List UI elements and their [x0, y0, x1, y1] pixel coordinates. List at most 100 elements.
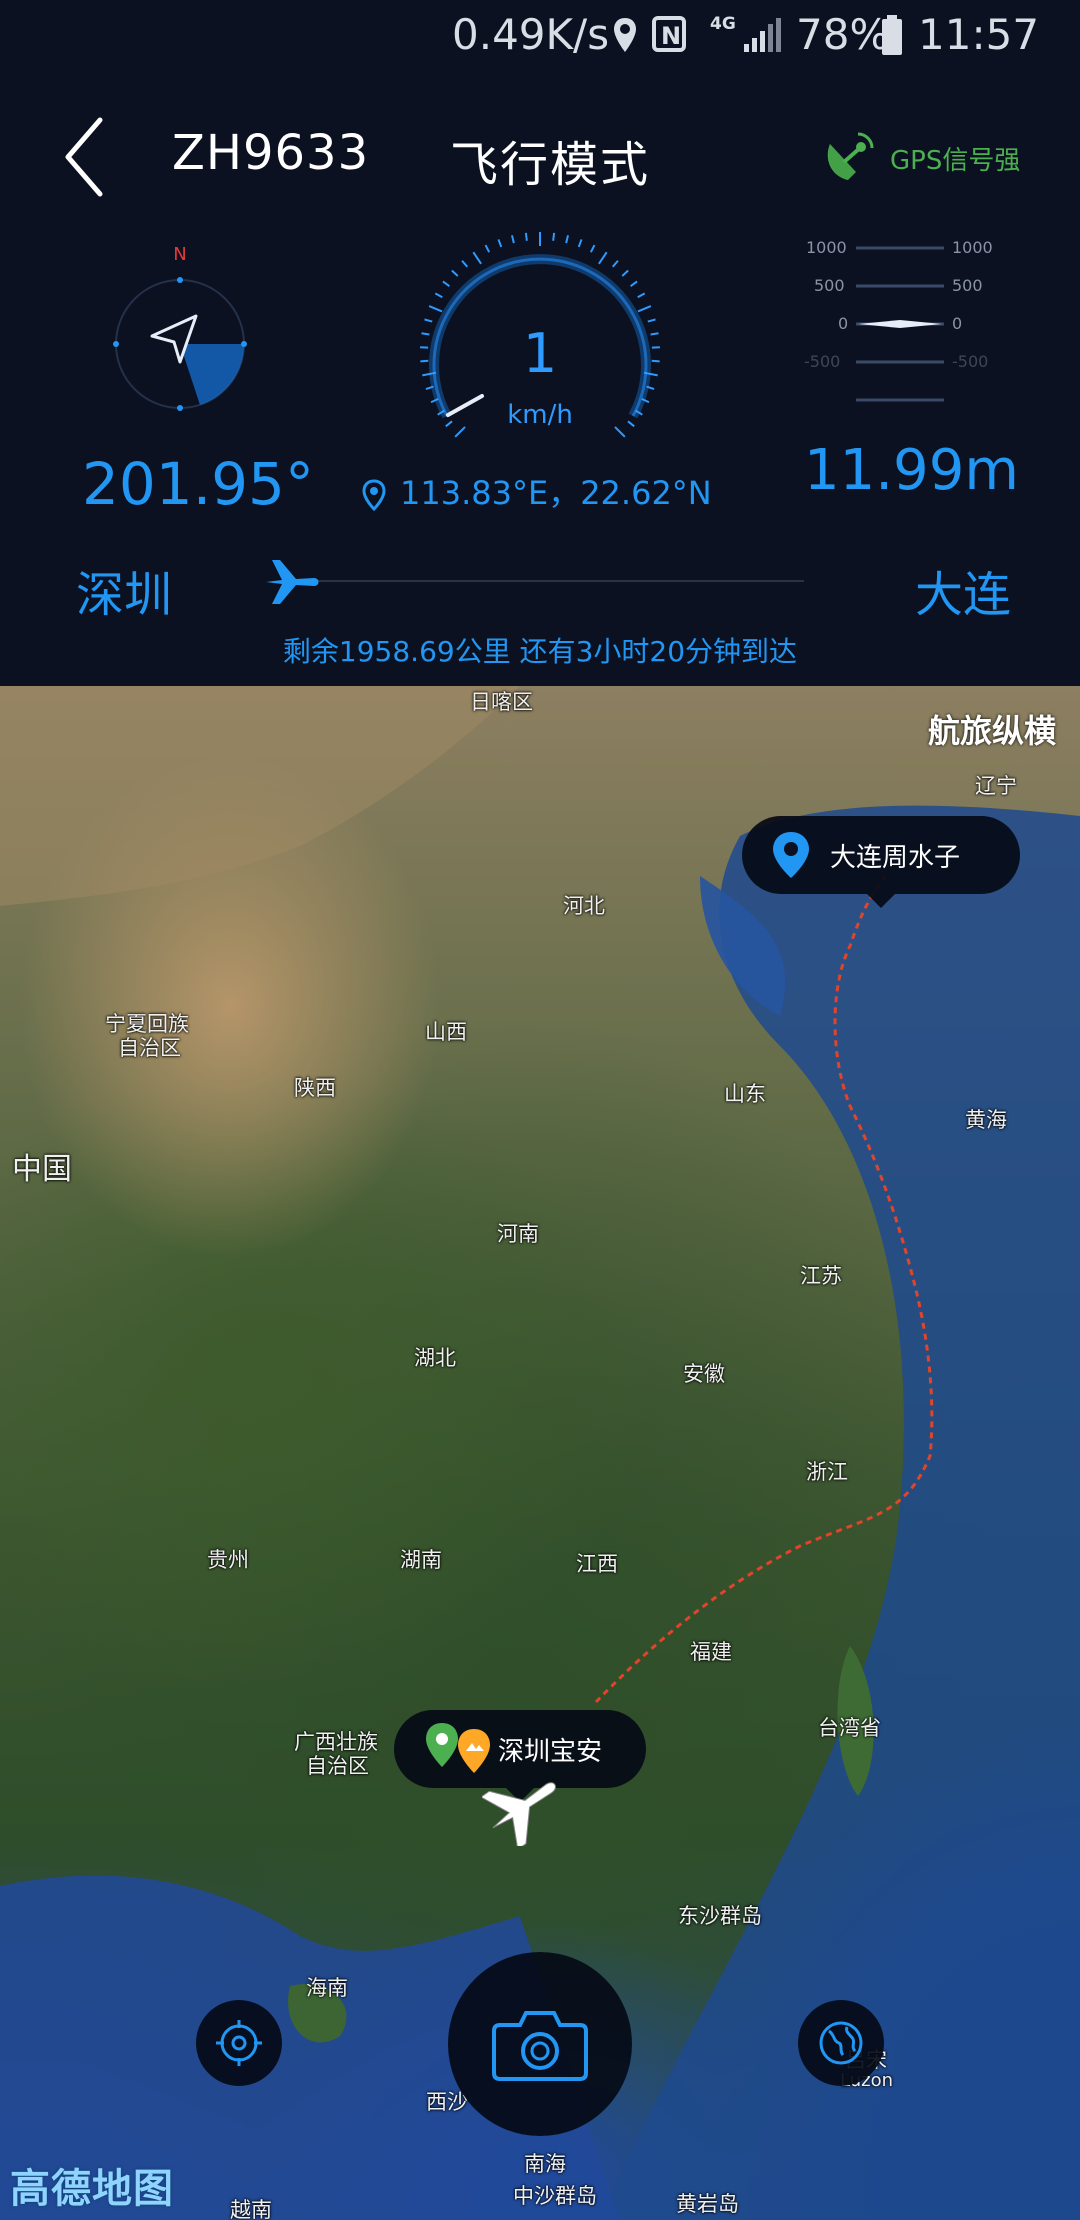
speed-value: 1	[522, 322, 558, 385]
camera-icon	[492, 2011, 588, 2081]
gauge-tick	[598, 251, 608, 265]
network-type: 4G	[710, 14, 736, 34]
compass-north-label: N	[173, 244, 186, 265]
map-label: 浙江	[806, 1460, 848, 1484]
location-pin-icon	[773, 832, 809, 878]
gps-status-label: GPS信号强	[890, 146, 1021, 176]
gauge-tick	[630, 280, 638, 287]
map-label: 江苏	[800, 1264, 842, 1288]
gps-status: GPS信号强	[822, 128, 1020, 184]
altimeter-scale: 1000 1000 500 500 0 0 -500 -500	[800, 236, 1010, 412]
gauge-tick	[434, 292, 443, 299]
location-pin-icon	[614, 18, 636, 52]
location-pin-icon	[362, 479, 386, 511]
gauge-tick	[442, 280, 450, 287]
map-label: 台湾省	[818, 1716, 881, 1740]
compass: N	[108, 240, 253, 420]
battery-percent: 78%	[796, 10, 890, 59]
gauge-tick	[497, 239, 503, 248]
map-label: 辽宁	[975, 774, 1017, 798]
alt-tick: 0	[952, 314, 963, 333]
alt-tick: -500	[804, 352, 841, 371]
map-label: 东沙群岛	[678, 1904, 762, 1928]
gauge-tick	[589, 244, 596, 253]
clock: 11:57	[918, 10, 1040, 59]
coordinates: 113.83°E，22.62°N	[362, 468, 712, 514]
map-label: 山东	[724, 1082, 766, 1106]
map-label: 越南	[230, 2198, 272, 2220]
camera-button[interactable]	[448, 1952, 632, 2136]
map-label: 河南	[497, 1222, 539, 1246]
alt-tick: 0	[838, 314, 849, 333]
origin-marker-label: 深圳宝安	[498, 1736, 603, 1767]
gauge-tick	[552, 232, 556, 241]
layers-button[interactable]	[798, 2000, 884, 2086]
map-provider-logo: 高德地图	[10, 2166, 174, 2212]
alt-tick: -500	[952, 352, 989, 371]
map-label: 江西	[576, 1552, 618, 1576]
map-label: 黄岩岛	[676, 2192, 739, 2216]
gauge-tick	[461, 260, 469, 268]
map-label: 湖南	[400, 1548, 442, 1572]
map-label: 南海	[524, 2152, 566, 2176]
map-label: 海南	[306, 1976, 348, 2000]
map-label: 湖北	[414, 1346, 456, 1370]
page-title: 飞行模式	[450, 137, 651, 193]
net-speed: 0.49K/s	[452, 10, 610, 59]
map-label: 日喀区	[470, 690, 533, 714]
gauge-tick	[621, 269, 629, 277]
status-bar: 0.49K/s N 4G 78% 11:57	[0, 0, 1080, 72]
nfc-icon: N	[652, 16, 686, 52]
map-label: 中沙群岛	[513, 2184, 597, 2208]
altitude-value: 11.99m	[804, 438, 1019, 503]
brand-watermark: 航旅纵横	[927, 712, 1056, 750]
locate-button[interactable]	[196, 2000, 282, 2086]
map-label: 安徽	[683, 1362, 725, 1386]
map-label: 贵州	[207, 1548, 249, 1572]
gauge-tick	[472, 251, 482, 265]
remaining-info: 剩余1958.69公里 还有3小时20分钟到达	[282, 635, 798, 668]
plane-icon	[266, 560, 319, 604]
flight-number: ZH9633	[172, 125, 370, 181]
gauge-tick	[637, 305, 652, 313]
gauge-tick	[511, 235, 515, 244]
map-label: 中国	[12, 1152, 72, 1187]
origin-city: 深圳	[76, 567, 173, 623]
alt-tick: 500	[814, 276, 845, 295]
gauge-tick	[484, 244, 491, 253]
globe-icon	[819, 2021, 863, 2065]
alt-tick: 1000	[806, 238, 847, 257]
map-label: 陕西	[294, 1076, 336, 1100]
gauge-tick	[577, 239, 583, 248]
map-label: 自治区	[306, 1754, 369, 1778]
locate-icon	[216, 2020, 262, 2066]
destination-marker[interactable]: 大连周水子	[742, 816, 1020, 908]
map-label: 黄海	[965, 1108, 1007, 1132]
gauge-tick	[451, 269, 459, 277]
gauge-tick	[611, 260, 619, 268]
speedometer: 1 km/h	[420, 232, 660, 442]
battery-icon	[882, 15, 902, 55]
gauge-tick	[637, 292, 646, 299]
route-progress-track	[296, 580, 804, 582]
gps-dish-icon	[827, 132, 874, 180]
signal-icon	[744, 18, 781, 52]
destination-marker-label: 大连周水子	[830, 842, 961, 873]
aircraft-icon[interactable]	[482, 1766, 566, 1846]
map-view[interactable]: 航旅纵横 日喀区 辽宁 河北 宁夏回族 自治区 山西 陕西 山东 黄海 中国 河…	[0, 686, 1080, 2220]
destination-city: 大连	[915, 567, 1012, 623]
alt-tick: 1000	[952, 238, 993, 257]
heading-value: 201.95°	[82, 450, 314, 518]
map-label: 福建	[690, 1640, 732, 1664]
map-label: 自治区	[118, 1036, 181, 1060]
map-label: 山西	[425, 1020, 467, 1044]
alt-tick: 500	[952, 276, 983, 295]
gauge-tick	[428, 305, 443, 313]
gauge-tick	[565, 235, 569, 244]
speed-unit: km/h	[507, 400, 573, 430]
svg-text:N: N	[661, 22, 681, 50]
back-button[interactable]	[58, 112, 118, 202]
coordinates-text: 113.83°E，22.62°N	[400, 474, 712, 512]
back-icon	[65, 117, 103, 197]
map-label: 河北	[563, 894, 605, 918]
